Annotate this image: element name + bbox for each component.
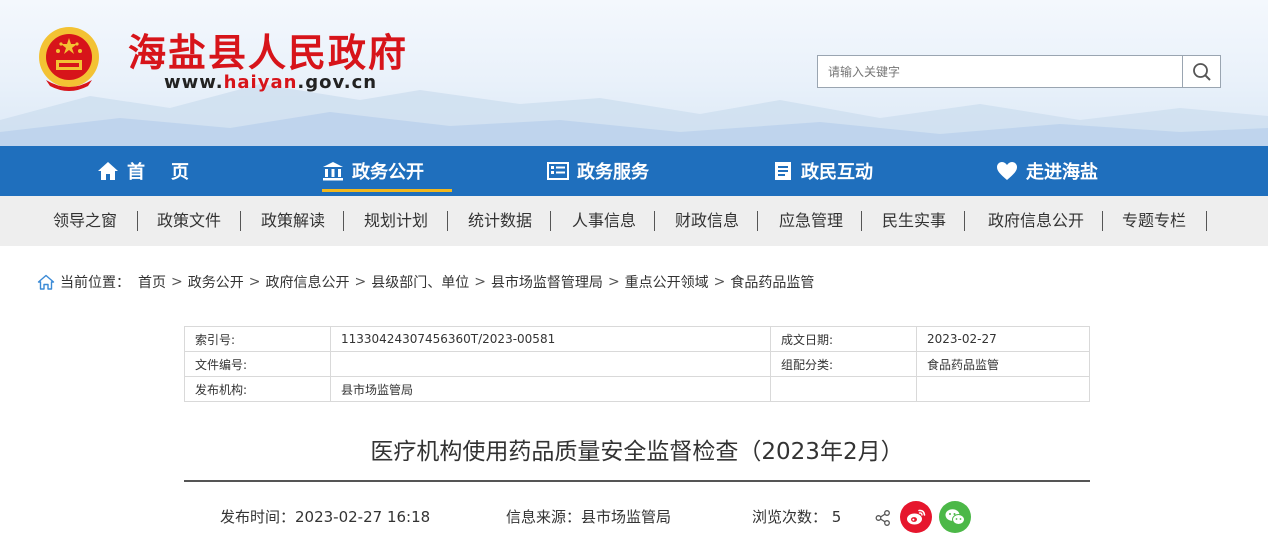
breadcrumb-item[interactable]: 重点公开领域 bbox=[625, 272, 709, 292]
site-header: 海盐县人民政府 www.haiyan.gov.cn bbox=[0, 0, 1268, 146]
view-count: 浏览次数： 5 bbox=[752, 507, 842, 526]
breadcrumb-separator: > bbox=[474, 274, 486, 290]
table-row: 文件编号: 组配分类: 食品药品监管 bbox=[184, 351, 1090, 377]
nav-label-public-interaction: 政民互动 bbox=[801, 162, 873, 183]
subnav-divider bbox=[137, 211, 138, 231]
search-input[interactable] bbox=[817, 55, 1183, 88]
search-icon bbox=[1192, 62, 1211, 81]
subnav-item-policy-interpretation[interactable]: 政策解读 bbox=[245, 196, 341, 246]
breadcrumb-item[interactable]: 政务公开 bbox=[188, 272, 244, 292]
subnav-divider bbox=[964, 211, 965, 231]
subnav-divider bbox=[240, 211, 241, 231]
subnav-item-policy-documents[interactable]: 政策文件 bbox=[141, 196, 237, 246]
article-title: 医疗机构使用药品质量安全监督检查（2023年2月） bbox=[370, 439, 904, 465]
index-value: 11330424307456360T/2023-00581 bbox=[330, 326, 771, 352]
subnav-divider bbox=[343, 211, 344, 231]
nav-label-explore-haiyan: 走进海盐 bbox=[1026, 162, 1098, 183]
nav-item-public-interaction[interactable]: 政民互动 bbox=[773, 146, 873, 196]
heart-icon bbox=[997, 162, 1017, 180]
breadcrumb-separator: > bbox=[248, 274, 261, 290]
document-info-table: 索引号: 11330424307456360T/2023-00581 成文日期:… bbox=[184, 326, 1090, 402]
list-icon bbox=[547, 162, 569, 180]
index-label: 索引号: bbox=[184, 326, 331, 352]
title-divider bbox=[184, 480, 1090, 482]
document-icon bbox=[775, 162, 791, 180]
date-label: 成文日期: bbox=[770, 326, 917, 352]
breadcrumb-item[interactable]: 县级部门、单位 bbox=[371, 272, 469, 292]
home-icon bbox=[98, 162, 118, 180]
subnav-item-plans[interactable]: 规划计划 bbox=[348, 196, 444, 246]
nav-item-explore-haiyan[interactable]: 走进海盐 bbox=[996, 146, 1098, 196]
breadcrumb: 当前位置： 首页 > 政务公开 > 政府信息公开 > 县级部门、单位 > 县市场… bbox=[37, 272, 814, 292]
subnav-divider bbox=[550, 211, 551, 231]
national-emblem-icon bbox=[39, 27, 99, 91]
breadcrumb-separator: > bbox=[713, 274, 726, 290]
subnav-divider bbox=[1206, 211, 1207, 231]
subnav-item-special-topics[interactable]: 专题专栏 bbox=[1106, 196, 1202, 246]
breadcrumb-item[interactable]: 政府信息公开 bbox=[265, 272, 349, 292]
share-icon[interactable] bbox=[874, 509, 892, 527]
wechat-share-button[interactable] bbox=[939, 501, 971, 533]
publisher-value: 县市场监管局 bbox=[330, 376, 771, 402]
subnav-divider bbox=[861, 211, 862, 231]
table-row: 索引号: 11330424307456360T/2023-00581 成文日期:… bbox=[184, 326, 1090, 352]
subnav-divider bbox=[654, 211, 655, 231]
site-title: 海盐县人民政府 bbox=[128, 31, 409, 75]
sub-navigation: 领导之窗 政策文件 政策解读 规划计划 统计数据 人事信息 财政信息 应急管理 … bbox=[0, 196, 1268, 246]
government-building-icon bbox=[323, 162, 343, 181]
category-label: 组配分类: bbox=[770, 351, 917, 377]
weibo-icon bbox=[907, 509, 926, 525]
category-value: 食品药品监管 bbox=[916, 351, 1090, 377]
breadcrumb-separator: > bbox=[171, 274, 183, 290]
site-url-highlight: haiyan bbox=[223, 72, 298, 93]
breadcrumb-item[interactable]: 食品药品监管 bbox=[730, 272, 814, 292]
subnav-item-statistics[interactable]: 统计数据 bbox=[452, 196, 548, 246]
breadcrumb-label: 当前位置： bbox=[60, 275, 130, 291]
nav-label-home: 首 页 bbox=[127, 162, 193, 183]
subnav-item-finance[interactable]: 财政信息 bbox=[659, 196, 755, 246]
document-number-label: 文件编号: bbox=[184, 351, 331, 377]
nav-item-government-services[interactable]: 政务服务 bbox=[547, 146, 649, 196]
date-value: 2023-02-27 bbox=[916, 326, 1090, 352]
publisher-label: 发布机构: bbox=[184, 376, 331, 402]
empty-cell bbox=[770, 376, 917, 402]
site-url-prefix: www. bbox=[164, 72, 224, 93]
subnav-divider bbox=[447, 211, 448, 231]
subnav-divider bbox=[757, 211, 758, 231]
nav-label-government-services: 政务服务 bbox=[577, 162, 649, 183]
subnav-item-emergency[interactable]: 应急管理 bbox=[763, 196, 859, 246]
table-row: 发布机构: 县市场监管局 bbox=[184, 376, 1090, 402]
subnav-item-livelihood[interactable]: 民生实事 bbox=[866, 196, 962, 246]
nav-item-government-affairs[interactable]: 政务公开 bbox=[322, 146, 452, 196]
empty-cell bbox=[916, 376, 1090, 402]
subnav-item-government-disclosure[interactable]: 政府信息公开 bbox=[970, 196, 1102, 246]
publish-time: 发布时间：2023-02-27 16:18 bbox=[220, 507, 431, 526]
nav-label-government-affairs: 政务公开 bbox=[352, 162, 424, 183]
breadcrumb-item[interactable]: 县市场监督管理局 bbox=[491, 272, 603, 292]
subnav-divider bbox=[1102, 211, 1103, 231]
breadcrumb-item[interactable]: 首页 bbox=[138, 272, 166, 292]
main-navigation: 首 页 政务公开 政务服务 政民互动 走进海盐 bbox=[0, 146, 1268, 196]
document-number-value bbox=[330, 351, 771, 377]
nav-item-home[interactable]: 首 页 bbox=[97, 146, 193, 196]
weibo-share-button[interactable] bbox=[900, 501, 932, 533]
info-source: 信息来源：县市场监管局 bbox=[506, 507, 672, 526]
breadcrumb-separator: > bbox=[354, 274, 367, 290]
site-url: www.haiyan.gov.cn bbox=[164, 72, 377, 93]
home-outline-icon bbox=[37, 274, 55, 290]
breadcrumb-separator: > bbox=[607, 274, 620, 290]
subnav-item-leaders[interactable]: 领导之窗 bbox=[37, 196, 133, 246]
subnav-item-personnel[interactable]: 人事信息 bbox=[556, 196, 652, 246]
wechat-icon bbox=[945, 509, 965, 525]
site-url-suffix: .gov.cn bbox=[297, 72, 378, 93]
search-button[interactable] bbox=[1182, 55, 1221, 88]
